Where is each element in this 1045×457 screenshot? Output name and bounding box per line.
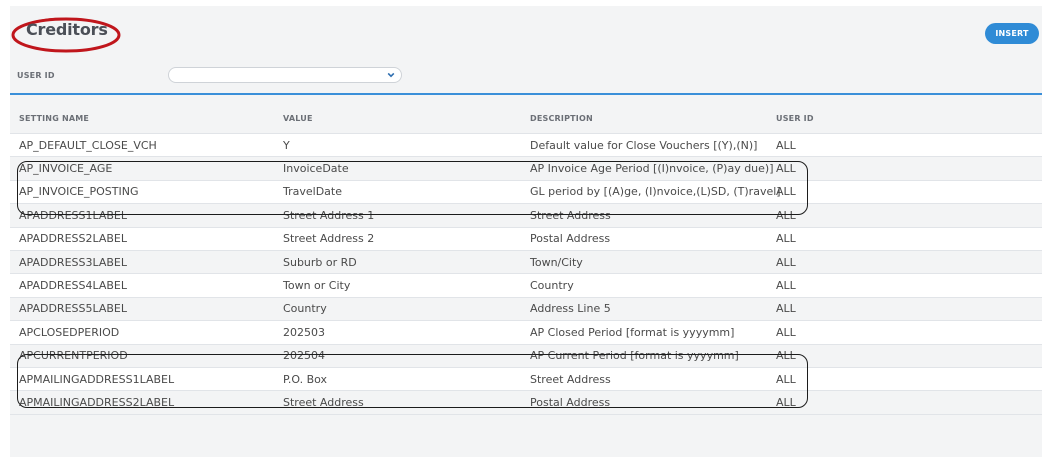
page-title: Creditors <box>26 20 108 39</box>
table-row[interactable]: AP_DEFAULT_CLOSE_VCH Y Default value for C… <box>10 134 1042 158</box>
setting-name-cell: APCLOSEDPERIOD <box>19 325 120 339</box>
table-row[interactable]: APADDRESS4LABEL Town or City Country ALL <box>10 274 1042 298</box>
user-id-cell: ALL <box>776 302 796 316</box>
description-cell: GL period by [(A)ge, (I)nvoice,(L)SD, (T… <box>530 185 781 199</box>
description-cell: Town/City <box>530 255 583 269</box>
user-id-filter-label: USER ID <box>17 71 55 80</box>
user-id-cell: ALL <box>776 208 796 222</box>
value-cell: 202504 <box>283 349 325 363</box>
value-cell: Street Address 2 <box>283 232 375 246</box>
setting-name-cell: AP_INVOICE_POSTING <box>19 185 139 199</box>
table-row[interactable]: APCLOSEDPERIOD 202503 AP Closed Period [fo… <box>10 321 1042 345</box>
table-row[interactable]: APCURRENTPERIOD 202504 AP Current Period [… <box>10 344 1042 368</box>
description-cell: Street Address <box>530 208 611 222</box>
settings-table: SETTING NAME VALUE DESCRIPTION USER ID A… <box>10 104 1042 415</box>
user-id-cell: ALL <box>776 349 796 363</box>
description-cell: AP Closed Period [format is yyyymm] <box>530 325 735 339</box>
value-cell: Y <box>283 138 290 152</box>
table-row[interactable]: APADDRESS1LABEL Street Address 1 Street Ad… <box>10 204 1042 228</box>
table-row[interactable]: APMAILINGADDRESS1LABEL P.O. Box Street Add… <box>10 367 1042 392</box>
setting-name-cell: APCURRENTPERIOD <box>19 349 128 363</box>
value-cell: P.O. Box <box>283 372 328 386</box>
description-cell: Address Line 5 <box>530 302 611 316</box>
column-header-user-id[interactable]: USER ID <box>766 114 814 123</box>
table-row[interactable]: AP_INVOICE_POSTING TravelDate GL period by… <box>10 180 1042 205</box>
table-body: AP_DEFAULT_CLOSE_VCH Y Default value for C… <box>10 134 1042 415</box>
description-cell: Postal Address <box>530 395 611 409</box>
description-cell: Default value for Close Vouchers [(Y),(N… <box>530 138 758 152</box>
value-cell: Street Address <box>283 395 364 409</box>
user-id-cell: ALL <box>776 395 796 409</box>
user-id-cell: ALL <box>776 255 796 269</box>
table-header: SETTING NAME VALUE DESCRIPTION USER ID <box>10 104 1042 134</box>
table-row[interactable]: APADDRESS3LABEL Suburb or RD Town/City ALL <box>10 250 1042 275</box>
user-id-cell: ALL <box>776 185 796 199</box>
setting-name-cell: AP_DEFAULT_CLOSE_VCH <box>19 138 157 152</box>
value-cell: 202503 <box>283 325 325 339</box>
column-header-description[interactable]: DESCRIPTION <box>520 114 766 123</box>
title-area: Creditors <box>10 14 122 54</box>
setting-name-cell: APADDRESS1LABEL <box>19 208 128 222</box>
column-header-setting-name[interactable]: SETTING NAME <box>10 114 273 123</box>
user-id-select[interactable] <box>168 67 402 83</box>
setting-name-cell: APADDRESS3LABEL <box>19 255 128 269</box>
value-cell: Suburb or RD <box>283 255 357 269</box>
header-divider <box>10 93 1042 95</box>
table-row[interactable]: APMAILINGADDRESS2LABEL Street Address Post… <box>10 391 1042 415</box>
description-cell: Street Address <box>530 372 611 386</box>
setting-name-cell: AP_INVOICE_AGE <box>19 162 113 176</box>
table-row[interactable]: APADDRESS2LABEL Street Address 2 Postal Ad… <box>10 227 1042 251</box>
description-cell: Country <box>530 279 574 293</box>
value-cell: Town or City <box>283 279 351 293</box>
value-cell: InvoiceDate <box>283 162 349 176</box>
insert-button[interactable]: INSERT <box>985 23 1039 44</box>
description-cell: AP Current Period [format is yyyymm] <box>530 349 739 363</box>
value-cell: Street Address 1 <box>283 208 375 222</box>
column-header-value[interactable]: VALUE <box>273 114 520 123</box>
description-cell: AP Invoice Age Period [(I)nvoice, (P)ay … <box>530 162 774 176</box>
user-id-cell: ALL <box>776 325 796 339</box>
chevron-down-icon <box>387 72 395 78</box>
user-id-cell: ALL <box>776 138 796 152</box>
page: Creditors INSERT USER ID SETTING NAME VA… <box>0 0 1045 457</box>
table-row[interactable]: APADDRESS5LABEL Country Address Line 5 ALL <box>10 297 1042 322</box>
value-cell: TravelDate <box>283 185 342 199</box>
setting-name-cell: APADDRESS5LABEL <box>19 302 128 316</box>
user-id-cell: ALL <box>776 279 796 293</box>
table-row[interactable]: AP_INVOICE_AGE InvoiceDate AP Invoice Age … <box>10 157 1042 181</box>
value-cell: Country <box>283 302 327 316</box>
user-id-cell: ALL <box>776 372 796 386</box>
setting-name-cell: APMAILINGADDRESS2LABEL <box>19 395 175 409</box>
description-cell: Postal Address <box>530 232 611 246</box>
user-id-cell: ALL <box>776 232 796 246</box>
setting-name-cell: APMAILINGADDRESS1LABEL <box>19 372 175 386</box>
setting-name-cell: APADDRESS2LABEL <box>19 232 128 246</box>
setting-name-cell: APADDRESS4LABEL <box>19 279 128 293</box>
user-id-cell: ALL <box>776 162 796 176</box>
